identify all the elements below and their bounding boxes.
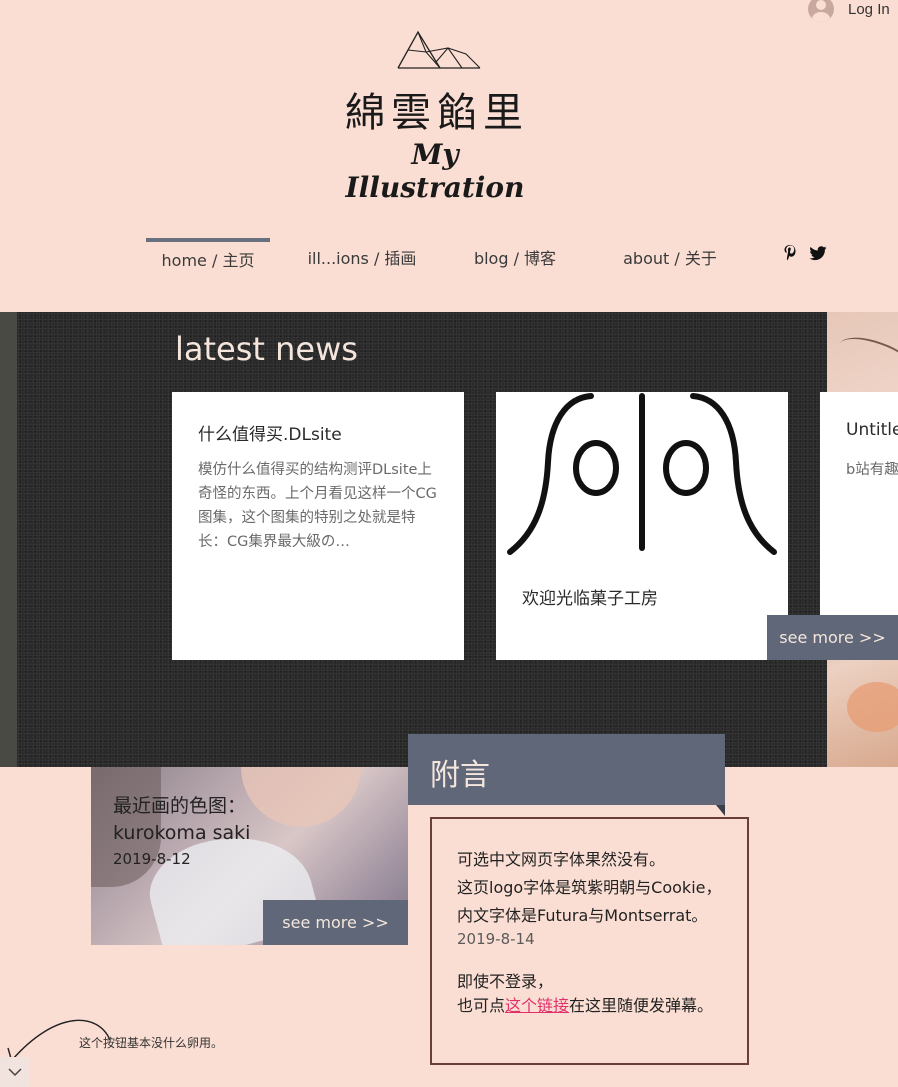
latest-news-title: latest news <box>175 330 358 368</box>
nav-about[interactable]: about / 关于 <box>610 238 730 280</box>
postscript-line-5: 也可点这个链接在这里随便发弹幕。 <box>457 992 713 1020</box>
logo-english-title: My Illustration <box>345 138 525 204</box>
postscript-date: 2019-8-14 <box>457 930 535 948</box>
pinterest-icon[interactable] <box>781 244 799 262</box>
login-label: Log In <box>848 0 890 18</box>
recent-drawing-date: 2019-8-12 <box>113 850 191 868</box>
postscript-text-before-link: 也可点 <box>457 996 506 1015</box>
postscript-line-3: 内文字体是Futura与Montserrat。 <box>457 906 708 925</box>
bottom-hint-text: 这个按钮基本没什么卵用。 <box>79 1036 224 1050</box>
postscript-heading: 附言 <box>430 758 490 793</box>
recent-drawing-title: 最近画的色图： kurokoma saki <box>113 793 250 847</box>
recent-title-line1: 最近画的色图： <box>113 795 247 817</box>
postscript-fold-corner <box>716 805 725 816</box>
postscript-line-2: 这页logo字体是筑紫明朝与Cookie， <box>457 878 722 897</box>
welcome-logo-image <box>507 393 777 555</box>
nav-blog[interactable]: blog / 博客 <box>460 238 570 280</box>
chevron-down-icon <box>8 1068 22 1077</box>
news-card-title: 欢迎光临菓子工房 <box>522 589 658 609</box>
login-button[interactable]: Log In <box>808 0 890 24</box>
postscript-text-after-link: 在这里随便发弹幕。 <box>569 996 714 1015</box>
nav-illustrations[interactable]: ill...ions / 插画 <box>296 238 428 280</box>
logo-chinese-title: 綿雲餡里 <box>345 90 529 136</box>
social-bar <box>781 244 827 262</box>
news-card-title: Untitled <box>846 420 898 440</box>
mountain-logo-icon <box>397 30 481 69</box>
danmaku-link[interactable]: 这个链接 <box>505 996 569 1015</box>
recent-image-face <box>241 767 361 827</box>
scroll-chevron-button[interactable] <box>0 1057 30 1087</box>
news-see-more-button[interactable]: see more >> <box>767 615 898 660</box>
news-card-dlsite[interactable]: 什么值得买.DLsite 模仿什么值得买的结构测评DLsite上奇怪的东西。上个… <box>172 392 464 660</box>
band-left-edge <box>0 312 17 767</box>
news-card-excerpt: 模仿什么值得买的结构测评DLsite上奇怪的东西。上个月看见这样一个CG图集，这… <box>198 462 437 550</box>
recent-title-line2: kurokoma saki <box>113 822 251 844</box>
nav-home[interactable]: home / 主页 <box>146 238 270 284</box>
twitter-icon[interactable] <box>809 244 827 262</box>
postscript-header: 附言 <box>408 734 725 805</box>
news-card-excerpt: b站有趣 <box>846 462 898 478</box>
news-card-title: 什么值得买.DLsite <box>198 425 342 445</box>
recent-see-more-button[interactable]: see more >> <box>263 900 408 945</box>
postscript-line-1: 可选中文网页字体果然没有。 <box>457 850 666 869</box>
avatar-icon <box>808 0 834 22</box>
news-card-welcome[interactable]: 欢迎光临菓子工房 <box>496 392 788 660</box>
